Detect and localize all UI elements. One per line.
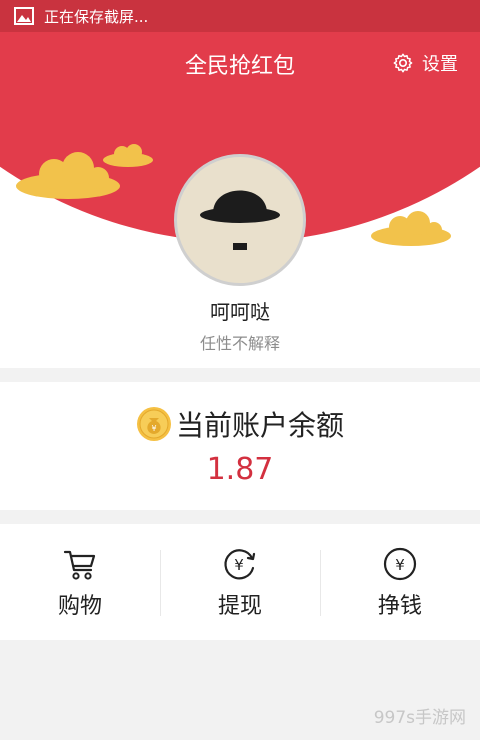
action-bar: 购物 ¥ 提现 ¥ 挣钱 [0,524,480,640]
settings-label: 设置 [422,54,458,75]
notification-text: 正在保存截屏... [44,7,149,26]
withdraw-label: 提现 [217,594,262,619]
status-bar: 正在保存截屏... [0,0,480,32]
cloud-decoration [103,144,153,167]
avatar[interactable] [174,154,306,286]
profile-header: 全民抢红包 设置 呵呵哒 任性不解释 [0,32,480,368]
user-signature: 任性不解释 [199,334,280,353]
balance-card: ¥ 当前账户余额 1.87 [0,382,480,510]
settings-button[interactable]: 设置 [392,50,458,76]
yen-circle-icon: ¥ [383,547,417,581]
image-icon [14,7,34,25]
svg-text:¥: ¥ [395,556,405,574]
money-bag-icon: ¥ [136,407,171,441]
yen-refresh-icon: ¥ [224,549,256,580]
earn-money-label: 挣钱 [377,594,422,619]
cart-icon [63,550,96,580]
shopping-button[interactable]: 购物 [0,524,160,640]
svg-text:¥: ¥ [234,556,244,574]
gear-icon [392,52,414,74]
bowler-hat-icon [200,190,280,250]
username: 呵呵哒 [210,300,270,324]
svg-text:¥: ¥ [151,424,156,433]
earn-money-button[interactable]: ¥ 挣钱 [320,524,480,640]
balance-label: 当前账户余额 [175,409,344,442]
withdraw-button[interactable]: ¥ 提现 [160,524,320,640]
cloud-decoration [371,211,451,246]
balance-amount: 1.87 [206,452,274,487]
watermark: 997s手游网 [373,708,466,728]
shopping-label: 购物 [57,594,102,619]
